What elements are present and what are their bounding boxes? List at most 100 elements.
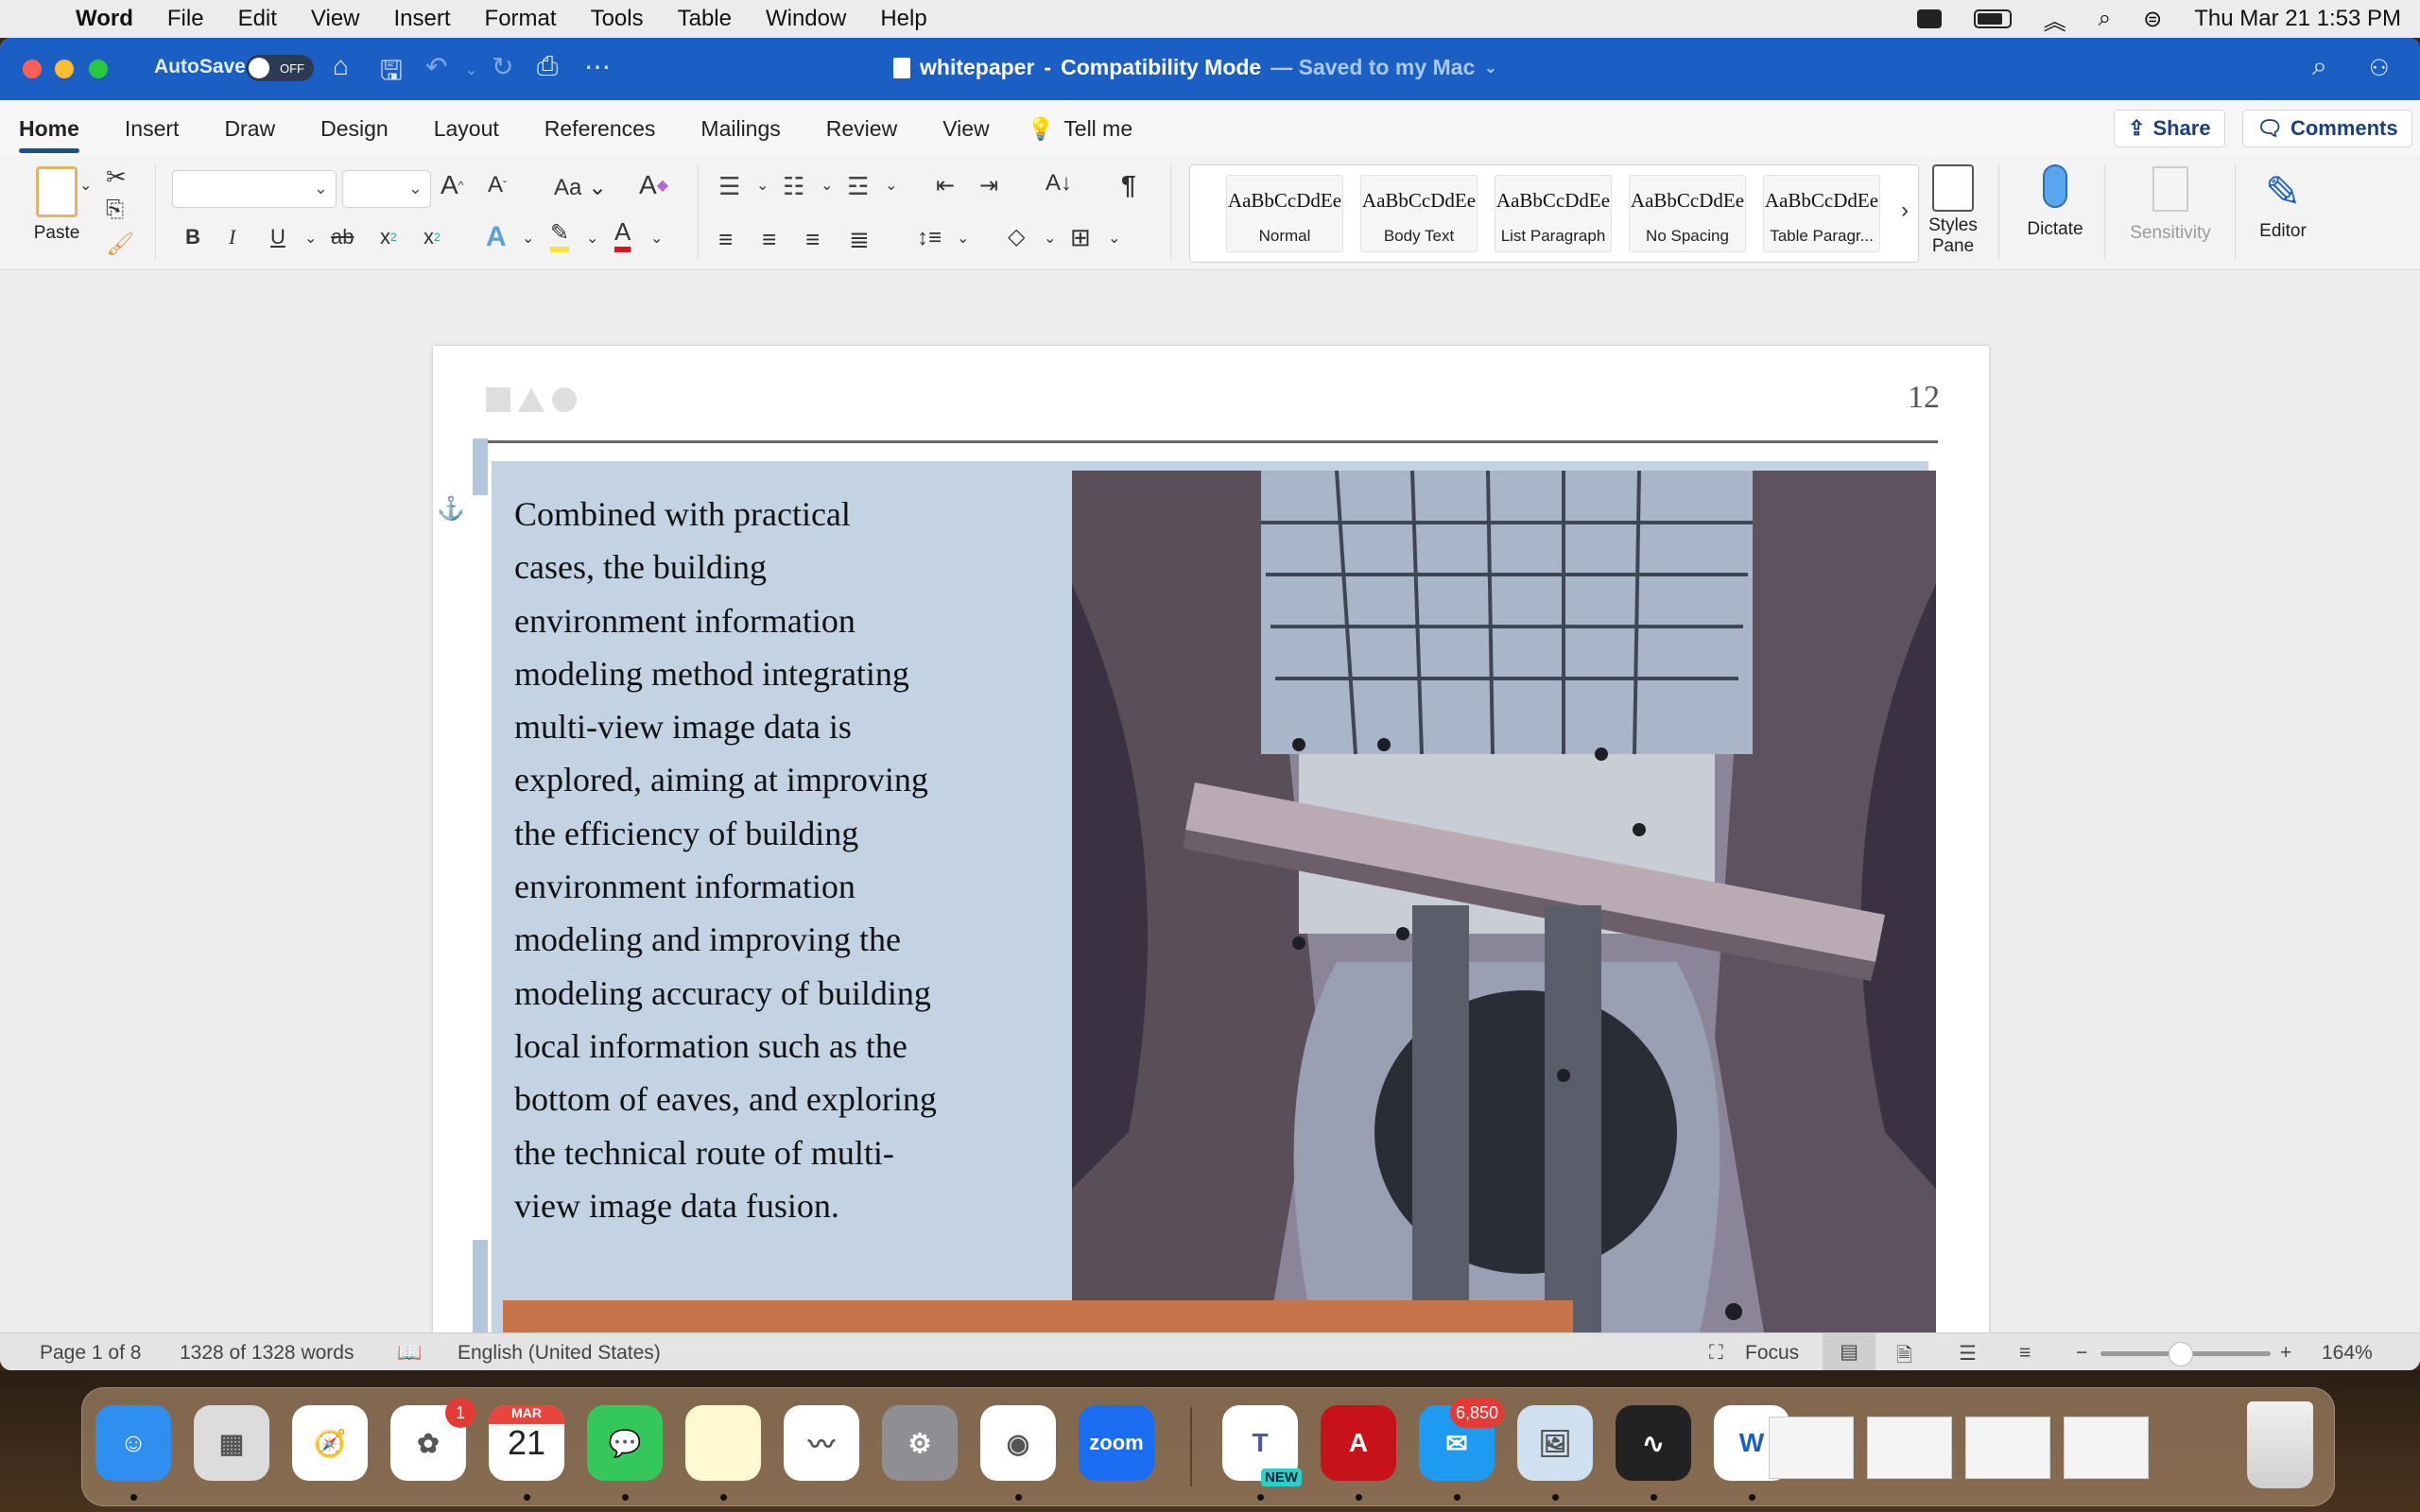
print-icon[interactable]: ⎙ <box>537 51 558 82</box>
align-right-icon[interactable]: ≡ <box>805 225 820 254</box>
document-canvas[interactable]: 12 ⚓ Combined with practical cases, the b… <box>0 270 2420 1370</box>
chevron-down-icon[interactable]: ⌄ <box>1484 59 1496 77</box>
format-painter-icon[interactable]: 🖌 <box>106 231 134 258</box>
close-window-button[interactable] <box>23 60 42 78</box>
print-layout-view-icon[interactable]: ▤ <box>1823 1333 1876 1370</box>
tell-me-search[interactable]: 💡 Tell me <box>1009 100 1152 157</box>
editor-button[interactable]: ✎ Editor <box>2250 163 2316 242</box>
styles-pane-button[interactable]: Styles Pane <box>1923 163 1983 257</box>
shrink-font-icon[interactable]: Aˇ <box>488 172 507 198</box>
align-left-icon[interactable]: ≡ <box>718 225 733 254</box>
minimized-window-thumbnail[interactable] <box>1769 1417 1854 1479</box>
menu-edit[interactable]: Edit <box>238 6 277 32</box>
draft-view-icon[interactable]: ≡ <box>2019 1342 2031 1365</box>
paste-options-dropdown-icon[interactable]: ⌄ <box>79 176 92 195</box>
tab-review[interactable]: Review <box>807 100 916 157</box>
borders-dropdown-icon[interactable]: ⌄ <box>1108 229 1120 248</box>
zoom-in-button[interactable]: + <box>2280 1342 2291 1365</box>
font-name-select[interactable]: ⌄ <box>172 170 337 208</box>
dock-app-mail[interactable]: ✉ 6,850 <box>1419 1398 1504 1481</box>
cut-icon[interactable]: ✂ <box>106 163 127 192</box>
zoom-out-button[interactable]: − <box>2076 1342 2087 1365</box>
redo-icon[interactable]: ↻ <box>492 51 513 82</box>
menu-clock[interactable]: Thu Mar 21 1:53 PM <box>2194 6 2401 32</box>
borders-icon[interactable]: ⊞ <box>1070 223 1091 252</box>
focus-button[interactable]: Focus <box>1745 1342 1799 1365</box>
increase-indent-icon[interactable]: ⇥ <box>979 172 998 199</box>
autosave-toggle[interactable]: OFF <box>246 55 314 81</box>
justify-icon[interactable]: ≣ <box>849 225 870 254</box>
home-icon[interactable]: ⌂ <box>333 51 349 81</box>
selection-handle[interactable] <box>473 1240 488 1334</box>
minimize-window-button[interactable] <box>55 60 74 78</box>
numbering-dropdown-icon[interactable]: ⌄ <box>821 176 833 195</box>
bullets-icon[interactable]: ☰ <box>718 172 740 201</box>
font-color-icon[interactable]: A <box>614 217 631 252</box>
change-case-icon[interactable]: Aa ⌄ <box>554 174 607 201</box>
underline-button[interactable]: U <box>270 225 285 249</box>
underline-dropdown-icon[interactable]: ⌄ <box>304 229 317 248</box>
menu-insert[interactable]: Insert <box>394 6 451 32</box>
minimized-window-thumbnail[interactable] <box>1965 1417 2050 1479</box>
tab-design[interactable]: Design <box>302 100 407 157</box>
font-color-dropdown-icon[interactable]: ⌄ <box>650 229 663 248</box>
dictate-button[interactable]: Dictate <box>2017 163 2093 240</box>
focus-icon[interactable]: ⛶ <box>1709 1342 1723 1365</box>
atrium-photo[interactable] <box>1072 471 1936 1370</box>
tab-draw[interactable]: Draw <box>205 100 294 157</box>
dock-app-acrobat[interactable]: A <box>1321 1405 1396 1481</box>
comments-button[interactable]: 🗨 Comments <box>2242 110 2412 147</box>
dock-app-messages[interactable]: 💬 <box>587 1405 663 1481</box>
grow-font-icon[interactable]: A ^ <box>441 170 463 200</box>
dock-app-freeform[interactable]: 〰 <box>784 1405 859 1481</box>
align-center-icon[interactable]: ≡ <box>762 225 776 254</box>
text-effects-icon[interactable]: A <box>486 221 507 253</box>
minimized-window-thumbnail[interactable] <box>1867 1417 1952 1479</box>
italic-button[interactable]: I <box>229 225 235 249</box>
maximize-window-button[interactable] <box>89 60 108 78</box>
dock-app-calendar[interactable]: MAR 21 <box>489 1405 564 1481</box>
dock-app-system-settings[interactable]: ⚙ <box>882 1405 958 1481</box>
document-page[interactable]: 12 ⚓ Combined with practical cases, the b… <box>433 346 1989 1370</box>
bold-button[interactable]: B <box>185 225 200 249</box>
copy-icon[interactable]: ⎘ <box>106 197 124 223</box>
body-paragraph[interactable]: Combined with practical cases, the buildi… <box>514 488 1006 1232</box>
more-commands-icon[interactable]: ⋯ <box>584 51 611 82</box>
dock-app-zoom[interactable]: zoom <box>1079 1405 1154 1481</box>
clear-formatting-icon[interactable]: A ◆ <box>639 170 668 200</box>
font-size-select[interactable]: ⌄ <box>342 170 431 208</box>
keyboard-status-icon[interactable] <box>1916 9 1942 28</box>
proofing-icon[interactable]: 📖 <box>397 1342 422 1365</box>
dock-app-teams[interactable]: T NEW <box>1222 1405 1302 1486</box>
dock-app-finder[interactable]: ☺ <box>95 1405 171 1481</box>
tab-mailings[interactable]: Mailings <box>682 100 799 157</box>
style-normal[interactable]: AaBbCcDdEe Normal <box>1226 175 1343 252</box>
tab-references[interactable]: References <box>526 100 675 157</box>
style-no-spacing[interactable]: AaBbCcDdEe No Spacing <box>1629 175 1746 252</box>
subscript-button[interactable]: x2 <box>380 225 397 249</box>
tab-layout[interactable]: Layout <box>415 100 518 157</box>
style-list-paragraph[interactable]: AaBbCcDdEe List Paragraph <box>1495 175 1612 252</box>
dock-app-notes[interactable] <box>685 1405 761 1481</box>
line-spacing-icon[interactable]: ↕≡ <box>917 225 942 251</box>
language[interactable]: English (United States) <box>458 1342 661 1365</box>
menu-window[interactable]: Window <box>766 6 846 32</box>
highlight-icon[interactable]: ✎ <box>550 219 570 252</box>
menu-format[interactable]: Format <box>485 6 557 32</box>
document-title[interactable]: whitepaper - Compatibility Mode — Saved … <box>893 55 1497 80</box>
dock-app-photos[interactable]: ✿ 1 <box>390 1398 475 1481</box>
multilevel-list-icon[interactable]: ☲ <box>847 172 869 201</box>
style-table-paragraph[interactable]: AaBbCcDdEe Table Paragr... <box>1763 175 1880 252</box>
word-count[interactable]: 1328 of 1328 words <box>180 1342 354 1365</box>
dock-app-chrome[interactable]: ◉ <box>980 1405 1056 1481</box>
zoom-level[interactable]: 164% <box>2322 1342 2373 1365</box>
menu-table[interactable]: Table <box>678 6 732 32</box>
menu-app-name[interactable]: Word <box>76 6 133 32</box>
control-center-icon[interactable]: ⊜ <box>2143 6 2162 33</box>
outline-view-icon[interactable]: ☰ <box>1959 1342 1977 1366</box>
collaborate-icon[interactable]: ⚇ <box>2369 55 2390 82</box>
strikethrough-button[interactable]: ab <box>331 225 354 249</box>
share-button[interactable]: ⇪ Share <box>2114 110 2225 147</box>
text-effects-dropdown-icon[interactable]: ⌄ <box>522 229 534 248</box>
dock-app-safari[interactable]: 🧭 <box>292 1405 368 1481</box>
